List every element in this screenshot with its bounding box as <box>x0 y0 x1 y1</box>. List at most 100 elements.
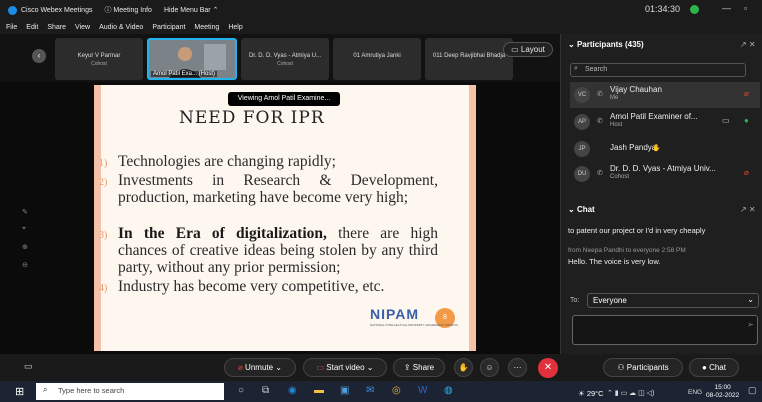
menu-meeting[interactable]: Meeting <box>194 24 219 31</box>
layout-button[interactable]: ▭ Layout <box>503 42 553 57</box>
taskbar-search-input[interactable]: ⌕ Type here to search <box>36 383 224 400</box>
participants-search-input[interactable]: ⌕ Search <box>570 63 746 77</box>
hide-menu-bar-button[interactable]: Hide Menu Bar ⌃ <box>164 6 219 14</box>
unmute-label: Unmute <box>245 363 274 372</box>
participant-row[interactable]: VC ✆ Vijay Chauhan Me ⌀ <box>570 82 760 108</box>
menu-audio-video[interactable]: Audio & Video <box>99 24 143 31</box>
participant-thumb[interactable]: 011 Deep Ravjibhai Bhadja <box>425 38 513 80</box>
share-label: Share <box>412 363 435 372</box>
share-button[interactable]: ⇪ Share <box>393 358 445 377</box>
meeting-info-button[interactable]: ⓘ Meeting Info <box>104 5 151 15</box>
point-number: 1) <box>99 158 108 169</box>
chat-bubble-icon[interactable]: ▭ <box>24 361 33 372</box>
chat-message-input[interactable]: ➢ <box>572 315 758 345</box>
search-icon: ⌕ <box>574 65 578 72</box>
muted-mic-icon[interactable]: ⌀ <box>744 168 749 177</box>
raise-hand-icon: ✋ <box>652 145 661 152</box>
system-tray-icons[interactable]: ⌃ ▮ ▭ ☁ ◫ ◁) <box>607 389 654 397</box>
start-video-button[interactable]: ▭ Start video ⌄ <box>303 358 387 377</box>
zoom-out-icon[interactable]: ⊖ <box>22 261 28 269</box>
participant-name: Dr. D. D. Vyas - Atmiya Univ... <box>610 164 716 173</box>
chat-to-label: To: <box>570 297 580 304</box>
menu-bar: File Edit Share View Audio & Video Parti… <box>0 20 762 34</box>
point-bold-text: In the Era of digitalization, <box>118 225 327 242</box>
muted-mic-icon[interactable]: ⌀ <box>744 89 749 98</box>
muted-mic-icon: ⌀ <box>237 363 243 372</box>
popout-icon[interactable]: ↗ ✕ <box>740 40 756 49</box>
edge-browser-icon[interactable]: ◉ <box>288 385 297 396</box>
slide-left-band <box>94 85 101 351</box>
phone-audio-icon: ✆ <box>597 91 603 98</box>
store-icon[interactable]: ▣ <box>340 385 349 396</box>
pointer-icon[interactable]: ⌖ <box>22 225 26 233</box>
more-options-button[interactable]: ⋯ <box>508 358 527 377</box>
chrome-icon[interactable]: ◎ <box>392 385 401 396</box>
hide-menu-bar-label: Hide Menu Bar <box>163 7 211 14</box>
participants-header[interactable]: ⌄ Participants (435) <box>568 40 644 49</box>
share-icon: ⇪ <box>403 363 411 372</box>
slide-point: 2) Investments in Research & Development,… <box>99 172 444 206</box>
raise-hand-button[interactable]: ✋ <box>454 358 473 377</box>
cortana-icon[interactable]: ○ <box>238 385 244 396</box>
word-icon[interactable]: W <box>418 385 427 396</box>
slide-right-band <box>469 85 476 351</box>
active-mic-icon[interactable]: ● <box>744 116 749 125</box>
active-speaker-thumb[interactable]: Amol Patil Exa... (Host) <box>147 38 237 80</box>
menu-file[interactable]: File <box>6 24 17 31</box>
weather-temp: 29°C <box>586 389 604 398</box>
avatar: VC <box>574 87 590 103</box>
layout-label: Layout <box>520 45 545 54</box>
nipam-logo-subtitle: NATIONAL INTELLECTUAL PROPERTY AWARENESS… <box>370 323 458 327</box>
chat-label: Chat <box>709 363 726 372</box>
participant-thumb[interactable]: Dr. D. D. Vyas - Atmiya U... Cohost <box>241 38 329 80</box>
menu-help[interactable]: Help <box>228 24 242 31</box>
point-text: Industry has become very competitive, et… <box>118 278 385 295</box>
reactions-button[interactable]: ☺ <box>480 358 499 377</box>
annotate-icon[interactable]: ✎ <box>22 208 28 216</box>
menu-participant[interactable]: Participant <box>152 24 185 31</box>
participant-row[interactable]: DU ✆ Dr. D. D. Vyas - Atmiya Univ... Coh… <box>570 161 760 187</box>
thumb-name: Amol Patil Exa... (Host) <box>151 71 218 77</box>
menu-edit[interactable]: Edit <box>26 24 38 31</box>
unmute-button[interactable]: ⌀ Unmute ⌄ <box>224 358 296 377</box>
task-view-icon[interactable]: ⧉ <box>262 385 269 396</box>
webex-taskbar-icon[interactable]: ◍ <box>444 385 453 396</box>
mail-icon[interactable]: ✉ <box>366 385 374 396</box>
search-placeholder: Search <box>585 66 608 73</box>
participants-header-label: Participants (435) <box>576 40 644 49</box>
restore-icon[interactable]: ▫ <box>744 3 747 13</box>
zoom-in-icon[interactable]: ⊕ <box>22 243 28 251</box>
menu-view[interactable]: View <box>75 24 90 31</box>
language-indicator[interactable]: ENG <box>688 389 702 396</box>
chat-message-meta: from Neepa Pandhi to everyone 2:58 PM <box>568 247 686 254</box>
chat-header[interactable]: ⌄ Chat <box>568 205 595 214</box>
participant-role: Cohost <box>610 174 630 180</box>
participant-row[interactable]: AP ✆ Amol Patil Examiner of... Host ▭ ● <box>570 109 760 135</box>
participant-row[interactable]: JP Jash Pandya ✋ <box>570 136 760 162</box>
chevron-down-icon: ⌄ <box>747 295 754 304</box>
start-video-label: Start video <box>326 363 365 372</box>
minimize-icon[interactable]: — <box>722 3 731 13</box>
participant-thumb[interactable]: Keyur V Parmar Cohost <box>55 38 143 80</box>
notification-icon[interactable]: ▢ <box>748 385 757 396</box>
participant-thumb[interactable]: 01 Amrutiya Janki <box>333 38 421 80</box>
windows-start-icon[interactable]: ⊞ <box>15 385 24 398</box>
taskbar-clock[interactable]: 15:00 08-02-2022 <box>706 384 739 400</box>
avatar: DU <box>574 166 590 182</box>
participants-icon: ⚇ <box>617 363 625 372</box>
menu-share[interactable]: Share <box>47 24 66 31</box>
participants-button[interactable]: ⚇ Participants <box>603 358 683 377</box>
send-icon[interactable]: ➢ <box>747 320 754 329</box>
filmstrip-prev-button[interactable]: ‹ <box>32 49 46 63</box>
chat-recipient-value: Everyone <box>593 296 627 305</box>
taskbar-time: 15:00 <box>714 384 731 391</box>
chat-button[interactable]: ● Chat <box>689 358 739 377</box>
participants-label: Participants <box>626 363 669 372</box>
chat-popout-icon[interactable]: ↗ ✕ <box>740 205 756 214</box>
thumb-role: Cohost <box>91 61 107 67</box>
chat-recipient-select[interactable]: Everyone ⌄ <box>587 293 759 308</box>
weather-widget[interactable]: ☀ 29°C <box>578 389 604 398</box>
file-explorer-icon[interactable]: ▬ <box>314 385 324 396</box>
video-filmstrip: Keyur V Parmar Cohost Amol Patil Exa... … <box>0 34 560 82</box>
leave-meeting-button[interactable]: ✕ <box>538 358 558 378</box>
